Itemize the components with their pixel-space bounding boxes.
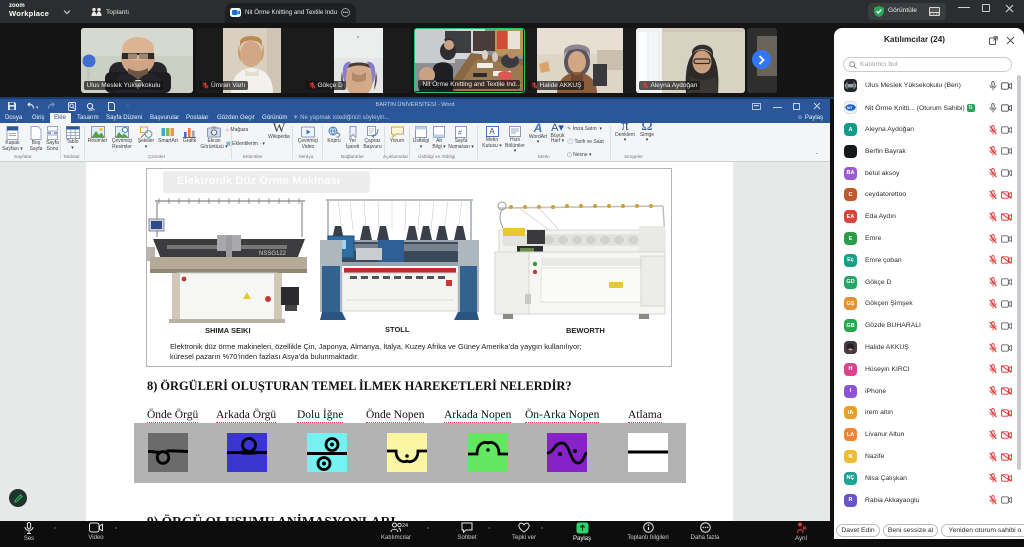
svg-text:NSSG122: NSSG122 — [259, 251, 287, 257]
svg-text:#: # — [458, 130, 462, 137]
svg-text:A: A — [489, 127, 495, 136]
svg-text:NiT: NiT — [847, 106, 853, 110]
